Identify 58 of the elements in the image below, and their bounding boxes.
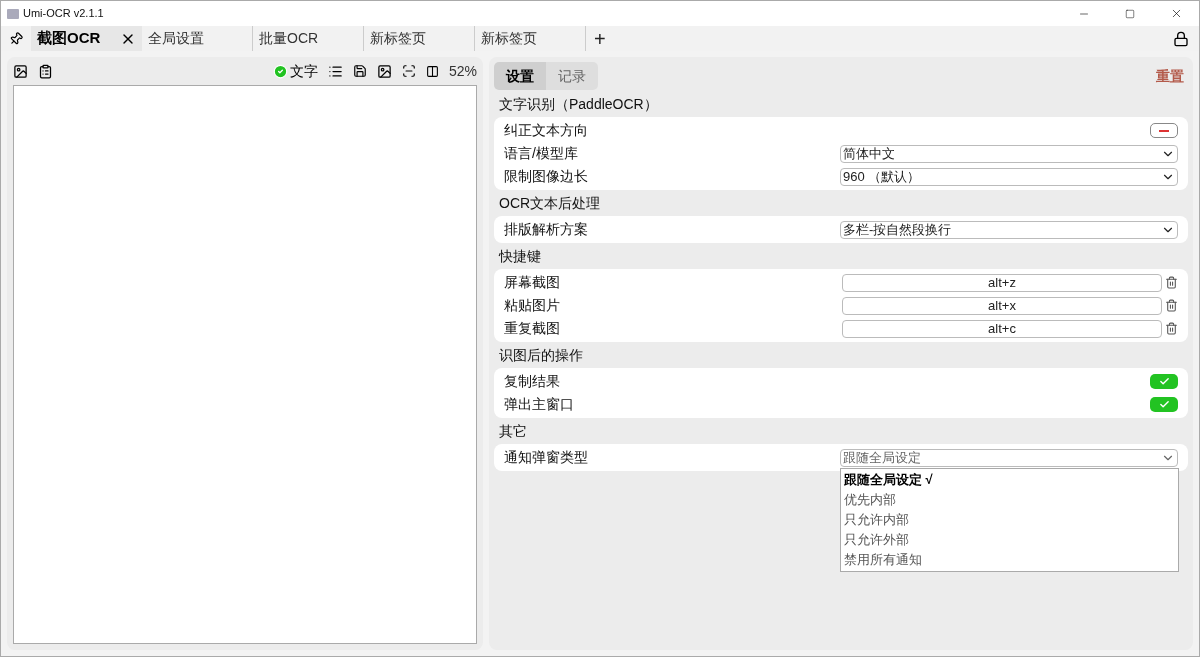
tab[interactable]: 全局设置 [142,26,253,51]
toggle-switch[interactable] [1150,123,1178,138]
toggle-switch[interactable] [1150,397,1178,412]
list-icon[interactable] [327,63,343,79]
dropdown-select[interactable]: 简体中文 [840,144,1178,163]
group-title: 快捷键 [497,246,542,266]
dropdown-option[interactable]: 只允许内部 [841,509,1178,530]
add-tab-button[interactable]: + [586,28,614,49]
clipboard-icon[interactable] [38,63,53,79]
tab[interactable]: 截图OCR [31,26,142,51]
app-logo-icon [7,8,19,19]
hotkey-field[interactable]: alt+z [842,273,1162,292]
group-title: 其它 [498,421,528,441]
check-icon [1158,399,1170,410]
dropdown-option[interactable]: 跟随全局设定 √ [841,469,1178,490]
check-icon [1158,376,1170,387]
tab[interactable]: 批量OCR [253,26,364,51]
group-title: 识图后的操作 [498,345,584,365]
dropdown-option[interactable]: 优先内部 [841,489,1178,510]
lock-icon[interactable] [1173,30,1189,47]
columns-icon[interactable] [425,64,439,78]
setting-label: 纠正文本方向 [504,121,589,140]
trash-icon[interactable] [1165,276,1178,289]
setting-label: 屏幕截图 [504,273,561,292]
tab[interactable]: 新标签页 [475,26,586,51]
dropdown-option[interactable]: 只允许外部 [841,529,1178,550]
setting-label: 语言/模型库 [504,144,579,163]
dropdown-select[interactable]: 跟随全局设定 [840,448,1178,467]
zoom-level: 52% [448,61,477,81]
reset-link[interactable]: 重置 [1156,65,1184,87]
picture-icon[interactable] [376,63,392,79]
setting-label: 限制图像边长 [504,167,589,186]
image-icon[interactable] [13,63,28,79]
toggle-switch[interactable] [1150,374,1178,389]
setting-label: 通知弹窗类型 [504,448,589,467]
group-title: OCR文本后处理 [498,193,602,213]
scan-icon[interactable] [401,64,416,78]
setting-label: 复制结果 [504,372,561,391]
dropdown-option[interactable]: 禁用所有通知 [841,549,1178,570]
save-icon[interactable] [352,64,367,78]
dropdown-select[interactable]: 960 （默认） [840,167,1178,186]
hotkey-field[interactable]: alt+c [842,319,1162,338]
off-icon [1159,129,1169,132]
trash-icon[interactable] [1165,299,1178,312]
setting-label: 排版解析方案 [504,220,589,239]
setting-label: 重复截图 [504,319,561,338]
settings-tab[interactable]: 设置 [494,62,546,90]
trash-icon[interactable] [1165,322,1178,335]
setting-label: 粘贴图片 [504,296,561,315]
hotkey-field[interactable]: alt+x [842,296,1162,315]
text-toggle[interactable]: 文字 [272,60,318,82]
group-title: 文字识别（PaddleOCR） [498,94,659,114]
settings-tab[interactable]: 记录 [546,62,598,90]
dropdown-select[interactable]: 多栏-按自然段换行 [840,220,1178,239]
window-title: Umi-OCR v2.1.1 [23,6,105,22]
setting-label: 弹出主窗口 [504,395,575,414]
tab[interactable]: 新标签页 [364,26,475,51]
maximize-icon [1125,8,1135,19]
